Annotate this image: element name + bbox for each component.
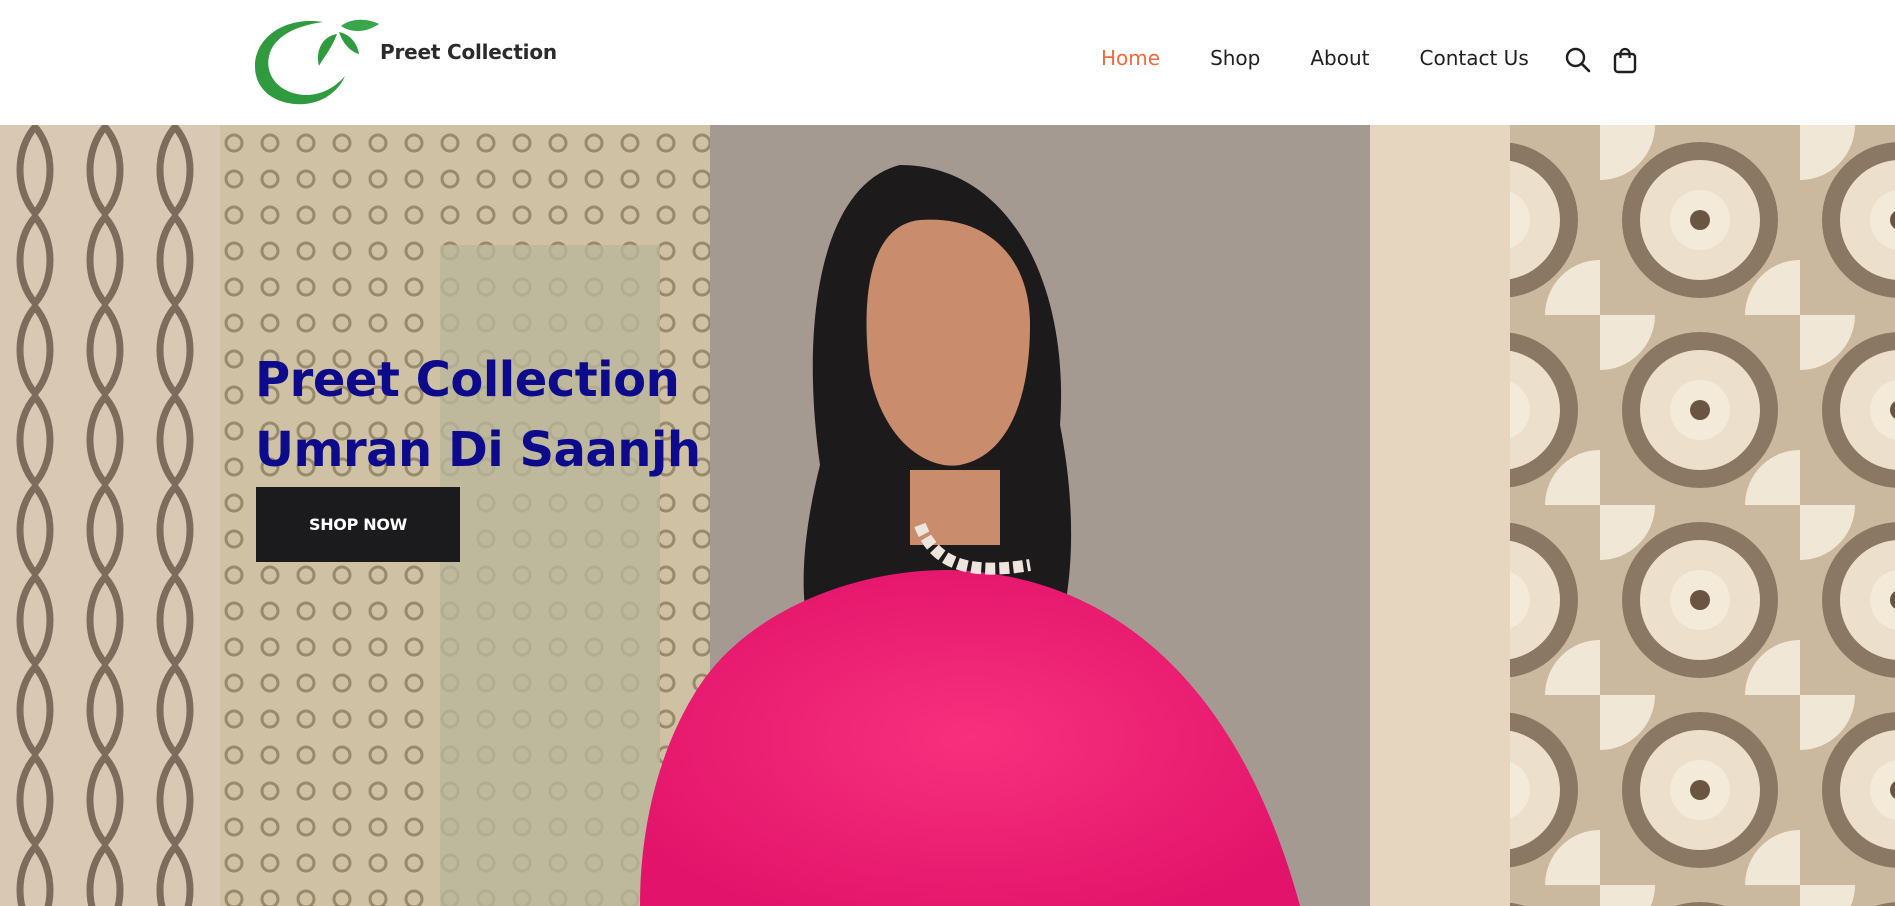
main-nav: Home Shop About Contact Us — [1101, 46, 1579, 70]
hero-banner: Preet Collection Umran Di Saanjh SHOP NO… — [0, 125, 1895, 906]
brand-name: Preet Collection — [380, 40, 557, 64]
hero-title-line-2: Umran Di Saanjh — [255, 422, 701, 478]
shop-now-button[interactable]: SHOP NOW — [256, 487, 460, 562]
shopping-bag-icon[interactable] — [1611, 46, 1639, 74]
nav-about[interactable]: About — [1310, 46, 1369, 70]
hero-title: Preet Collection Umran Di Saanjh — [255, 345, 701, 485]
nav-shop[interactable]: Shop — [1210, 46, 1260, 70]
nav-contact-us[interactable]: Contact Us — [1420, 46, 1529, 70]
nav-home[interactable]: Home — [1101, 46, 1160, 70]
brand-logo-link[interactable]: Preet Collection — [253, 14, 557, 108]
site-header: Preet Collection Home Shop About Contact… — [0, 0, 1895, 125]
hero-title-line-1: Preet Collection — [255, 352, 680, 408]
leaf-ring-logo-icon — [255, 19, 379, 105]
search-icon[interactable] — [1564, 46, 1592, 74]
